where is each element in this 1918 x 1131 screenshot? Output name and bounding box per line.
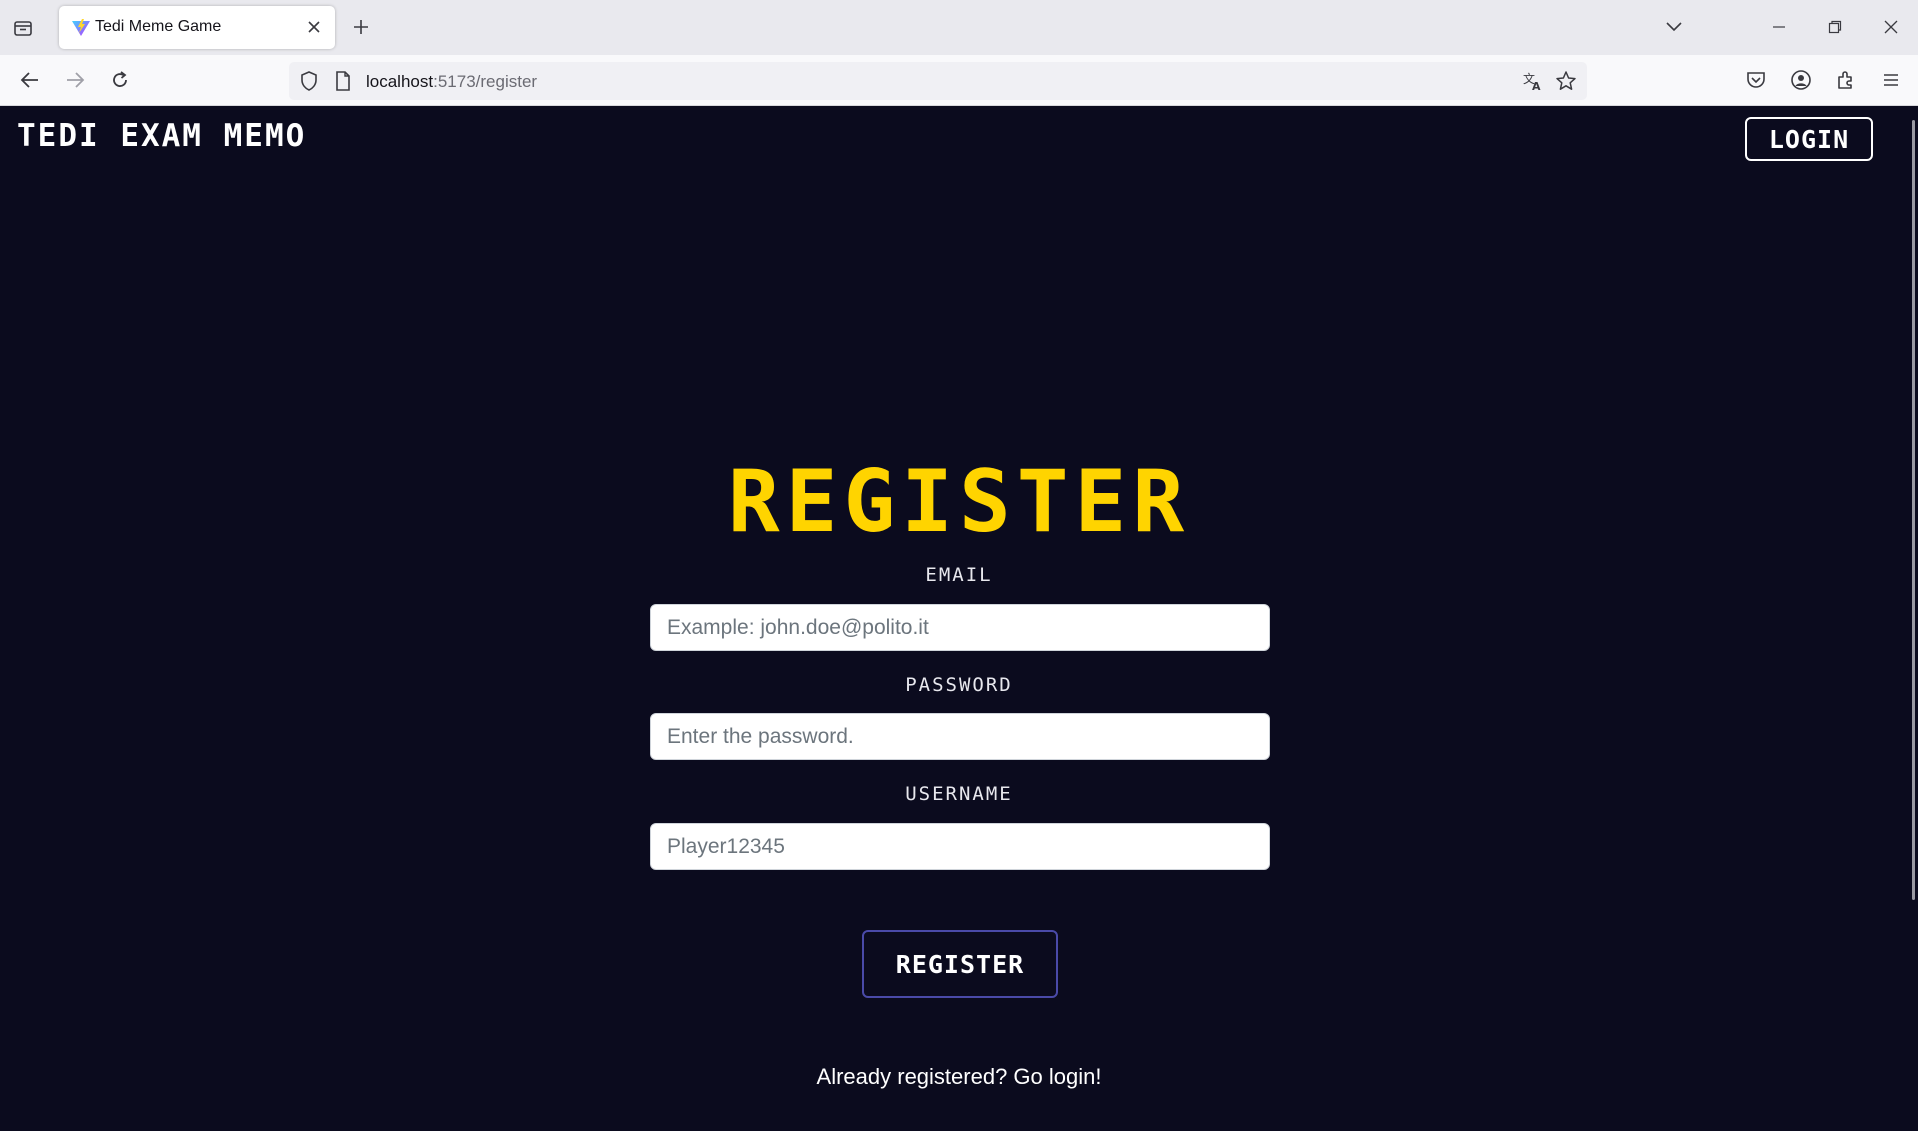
username-label: USERNAME bbox=[905, 783, 1013, 805]
email-field[interactable] bbox=[650, 604, 1270, 651]
password-label: PASSWORD bbox=[905, 674, 1013, 696]
url-host: localhost bbox=[366, 72, 434, 91]
translate-icon[interactable]: 文A bbox=[1521, 69, 1545, 93]
account-icon[interactable] bbox=[1788, 67, 1814, 93]
url-path: :5173/register bbox=[433, 72, 538, 91]
brand-title[interactable]: TEDI EXAM MEMO bbox=[17, 118, 306, 154]
hamburger-menu-icon[interactable] bbox=[1878, 67, 1904, 93]
minimize-icon[interactable] bbox=[1766, 14, 1792, 40]
browser-tab[interactable]: Tedi Meme Game bbox=[59, 6, 335, 49]
close-icon[interactable] bbox=[1878, 14, 1904, 40]
vite-logo-icon bbox=[71, 18, 91, 38]
browser-tab-bar: Tedi Meme Game bbox=[0, 0, 1918, 55]
back-arrow-icon[interactable] bbox=[17, 67, 43, 93]
forward-arrow-icon[interactable] bbox=[62, 67, 88, 93]
puzzle-icon[interactable] bbox=[1833, 67, 1859, 93]
url-text: localhost:5173/register bbox=[366, 72, 537, 92]
page-content: TEDI EXAM MEMO LOGIN REGISTER EMAIL PASS… bbox=[0, 106, 1918, 1131]
tablist-icon[interactable] bbox=[12, 17, 34, 39]
browser-nav-bar: localhost:5173/register 文A bbox=[0, 55, 1918, 106]
address-bar[interactable]: localhost:5173/register 文A bbox=[289, 62, 1587, 100]
plus-icon[interactable] bbox=[349, 15, 373, 39]
page-icon[interactable] bbox=[331, 69, 355, 93]
restore-icon[interactable] bbox=[1822, 14, 1848, 40]
email-label: EMAIL bbox=[925, 564, 993, 586]
login-button[interactable]: LOGIN bbox=[1745, 117, 1873, 161]
shield-icon[interactable] bbox=[297, 69, 321, 93]
tab-title: Tedi Meme Game bbox=[95, 18, 222, 35]
pocket-icon[interactable] bbox=[1743, 67, 1769, 93]
password-field[interactable] bbox=[650, 713, 1270, 760]
chevron-down-icon[interactable] bbox=[1661, 14, 1687, 40]
star-icon[interactable] bbox=[1554, 69, 1578, 93]
username-field[interactable] bbox=[650, 823, 1270, 870]
svg-text:A: A bbox=[1532, 80, 1541, 91]
go-login-link[interactable]: Already registered? Go login! bbox=[0, 1064, 1918, 1090]
reload-icon[interactable] bbox=[107, 67, 133, 93]
register-button[interactable]: REGISTER bbox=[862, 930, 1058, 998]
page-title: REGISTER bbox=[727, 452, 1191, 552]
close-icon[interactable] bbox=[303, 16, 325, 38]
